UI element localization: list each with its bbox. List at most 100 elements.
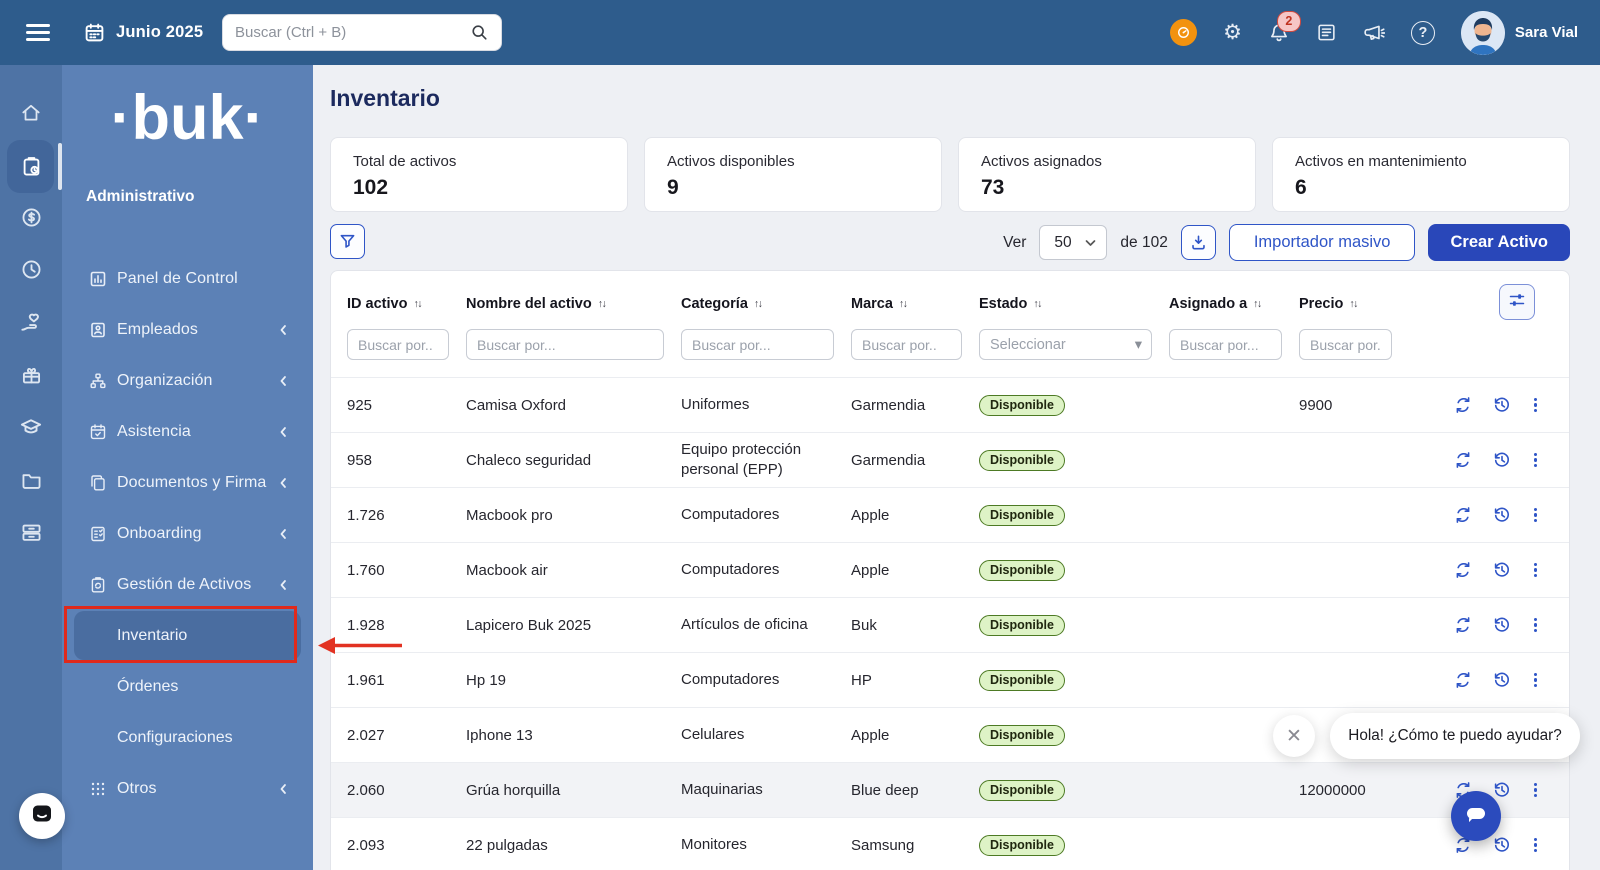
assign-sync-icon[interactable] [1454, 451, 1472, 469]
crear-activo-button[interactable]: Crear Activo [1428, 224, 1570, 261]
download-button[interactable] [1180, 225, 1216, 260]
benefits-hand-icon[interactable] [17, 309, 45, 337]
row-menu-icon[interactable] [1532, 396, 1539, 415]
history-icon[interactable] [1493, 781, 1511, 799]
row-menu-icon[interactable] [1532, 506, 1539, 525]
payments-icon[interactable] [17, 203, 45, 231]
sort-icon[interactable]: ↑↓ [413, 298, 422, 310]
help-launcher-button[interactable] [19, 793, 65, 839]
sidebar-item-documentos-y-firma[interactable]: Documentos y Firma [62, 457, 313, 508]
filter-precio-input[interactable] [1299, 329, 1392, 360]
bell-icon[interactable]: 2 [1268, 10, 1301, 44]
folders-icon[interactable] [17, 466, 45, 494]
sort-icon[interactable]: ↑↓ [1253, 298, 1262, 310]
sidebar-item-onboarding[interactable]: Onboarding [62, 508, 313, 559]
row-menu-icon[interactable] [1532, 616, 1539, 635]
user-menu[interactable]: Sara Vial [1460, 10, 1578, 55]
table-row[interactable]: 1.928 Lapicero Buk 2025 Artículos de ofi… [331, 597, 1569, 652]
sidebar-item-gestion-de-activos[interactable]: Gestión de Activos [62, 559, 313, 610]
sort-icon[interactable]: ↑↓ [1349, 298, 1358, 310]
topbar: Junio 2025 ⚙ 2 ? [0, 0, 1600, 65]
rail-active-indicator [58, 143, 62, 190]
sidebar-item-configuraciones[interactable]: Configuraciones [62, 712, 313, 763]
sidebar-rail [0, 65, 62, 870]
sort-icon[interactable]: ↑↓ [1033, 298, 1042, 310]
training-icon[interactable] [17, 413, 45, 441]
search-input[interactable] [235, 24, 470, 41]
global-search[interactable] [222, 14, 502, 51]
filter-estado-select[interactable]: Seleccionar ▾ [979, 329, 1152, 360]
assign-sync-icon[interactable] [1454, 561, 1472, 579]
col-header-estado[interactable]: Estado ↑↓ [979, 296, 1169, 312]
history-icon[interactable] [1493, 506, 1511, 524]
column-settings-button[interactable] [1499, 284, 1535, 320]
sidebar-item-ordenes[interactable]: Órdenes [62, 661, 313, 712]
help-icon[interactable]: ? [1410, 20, 1435, 45]
status-badge: Disponible [979, 614, 1065, 636]
table-row[interactable]: 1.726 Macbook pro Computadores Apple Dis… [331, 487, 1569, 542]
filter-nombre-input[interactable] [466, 329, 664, 360]
history-icon[interactable] [1493, 616, 1511, 634]
history-icon[interactable] [1493, 836, 1511, 854]
current-month[interactable]: Junio 2025 [116, 23, 203, 42]
chat-close-button[interactable]: ✕ [1273, 715, 1315, 757]
table-row[interactable]: 958 Chaleco seguridad Equipo protección … [331, 432, 1569, 487]
filter-marca-input[interactable] [851, 329, 962, 360]
row-menu-icon[interactable] [1532, 451, 1539, 470]
calendar-icon[interactable] [84, 22, 105, 43]
table-row[interactable]: 2.060 Grúa horquilla Maquinarias Blue de… [331, 762, 1569, 817]
table-row[interactable]: 1.961 Hp 19 Computadores HP Disponible [331, 652, 1569, 707]
sidebar-item-organizacion[interactable]: Organización [62, 355, 313, 406]
home-icon[interactable] [17, 99, 45, 127]
sidebar-item-asistencia[interactable]: Asistencia [62, 406, 313, 457]
table-row[interactable]: 2.093 22 pulgadas Monitores Samsung Disp… [331, 817, 1569, 870]
sidebar-item-inventario[interactable]: Inventario [74, 611, 301, 660]
time-icon[interactable] [17, 255, 45, 283]
col-header-marca[interactable]: Marca ↑↓ [851, 296, 979, 312]
sidebar-item-empleados[interactable]: Empleados [62, 304, 313, 355]
benefits-box-icon[interactable] [17, 361, 45, 389]
assign-sync-icon[interactable] [1454, 396, 1472, 414]
support-gauge-icon[interactable] [1170, 19, 1198, 46]
col-header-nombre[interactable]: Nombre del activo ↑↓ [466, 296, 681, 312]
row-menu-icon[interactable] [1532, 671, 1539, 690]
page-size-select[interactable]: 50 [1039, 225, 1108, 260]
chat-greeting-bubble[interactable]: Hola! ¿Cómo te puedo ayudar? [1330, 713, 1580, 759]
filter-id-input[interactable] [347, 329, 449, 360]
col-header-asignado[interactable]: Asignado a ↑↓ [1169, 296, 1299, 312]
row-menu-icon[interactable] [1532, 561, 1539, 580]
assign-sync-icon[interactable] [1454, 506, 1472, 524]
col-header-id[interactable]: ID activo ↑↓ [347, 296, 466, 312]
history-icon[interactable] [1493, 451, 1511, 469]
row-menu-icon[interactable] [1532, 836, 1539, 855]
sidebar-item-panel-de-control[interactable]: Panel de Control [62, 253, 313, 304]
ver-label: Ver [1003, 233, 1027, 251]
storage-icon[interactable] [17, 518, 45, 546]
sort-icon[interactable]: ↑↓ [598, 298, 607, 310]
importador-masivo-button[interactable]: Importador masivo [1228, 224, 1416, 261]
filter-asignado-input[interactable] [1169, 329, 1282, 360]
assign-sync-icon[interactable] [1454, 616, 1472, 634]
menu-icon[interactable] [26, 20, 50, 46]
dashboard-icon [88, 269, 108, 289]
sort-icon[interactable]: ↑↓ [899, 298, 908, 310]
history-icon[interactable] [1493, 561, 1511, 579]
col-header-categoria[interactable]: Categoría ↑↓ [681, 296, 851, 312]
table-row[interactable]: 925 Camisa Oxford Uniformes Garmendia Di… [331, 377, 1569, 432]
gear-icon[interactable]: ⚙ [1223, 22, 1242, 43]
sort-icon[interactable]: ↑↓ [754, 298, 763, 310]
table-row[interactable]: 1.760 Macbook air Computadores Apple Dis… [331, 542, 1569, 597]
sidebar-item-otros[interactable]: Otros [62, 763, 313, 814]
history-icon[interactable] [1493, 671, 1511, 689]
col-header-precio[interactable]: Precio ↑↓ [1299, 296, 1409, 312]
history-icon[interactable] [1493, 396, 1511, 414]
megaphone-icon[interactable] [1363, 22, 1385, 44]
messenger-icon [31, 803, 53, 830]
row-menu-icon[interactable] [1532, 781, 1539, 800]
filter-categoria-input[interactable] [681, 329, 834, 360]
chat-fab-button[interactable] [1451, 791, 1501, 841]
asset-clipboard-icon[interactable] [17, 152, 45, 180]
news-icon[interactable] [1316, 22, 1337, 43]
assign-sync-icon[interactable] [1454, 671, 1472, 689]
filter-button[interactable] [330, 224, 365, 259]
